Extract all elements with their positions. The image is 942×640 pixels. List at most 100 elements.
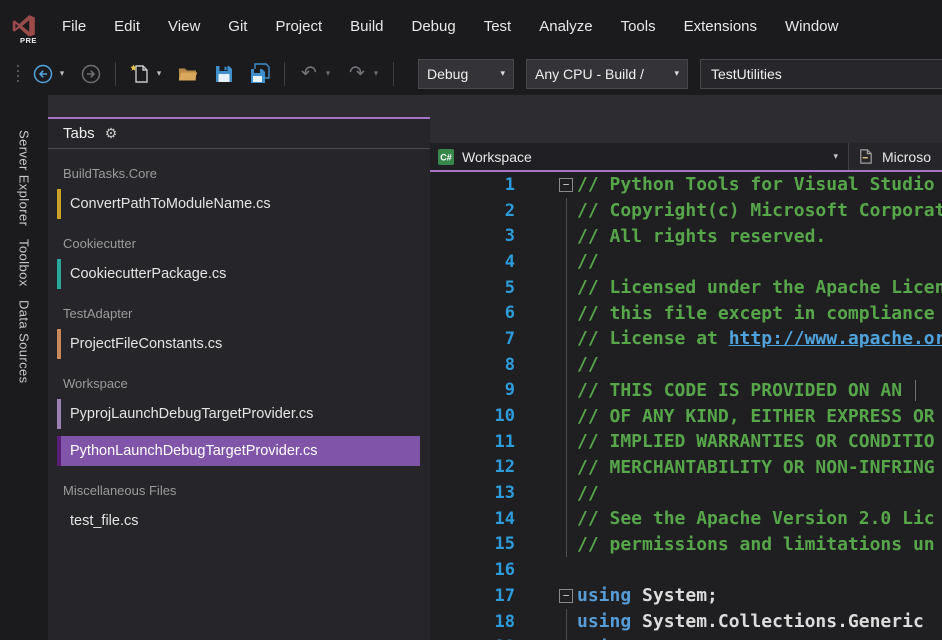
- code-token: //: [577, 354, 599, 375]
- save-all-button[interactable]: [248, 62, 272, 86]
- code-text: using System.Collections.Generic: [577, 611, 942, 632]
- menu-item-git[interactable]: Git: [214, 0, 261, 52]
- code-text: // All rights reserved.: [577, 226, 942, 247]
- code-line[interactable]: 11// IMPLIED WARRANTIES OR CONDITIO: [430, 429, 942, 455]
- code-line[interactable]: 16: [430, 557, 942, 583]
- tabs-panel-body: BuildTasks.Core ConvertPathToModuleName.c…: [48, 165, 430, 536]
- menu-item-project[interactable]: Project: [261, 0, 336, 52]
- menu-item-analyze[interactable]: Analyze: [525, 0, 606, 52]
- solution-platform-combobox[interactable]: Any CPU - Build / ▾: [526, 59, 688, 89]
- code-area[interactable]: 1−// Python Tools for Visual Studio2// C…: [430, 172, 942, 640]
- back-dropdown-caret[interactable]: ▾: [57, 68, 67, 79]
- tab-dropdown-caret[interactable]: ▾: [833, 151, 840, 162]
- fold-margin: [515, 378, 577, 404]
- fold-margin: [515, 300, 577, 326]
- menu-item-edit[interactable]: Edit: [100, 0, 154, 52]
- file-item[interactable]: CookiecutterPackage.cs: [57, 259, 420, 289]
- redo-dropdown-caret[interactable]: ▾: [371, 68, 381, 79]
- side-tab-toolbox[interactable]: Toolbox: [17, 239, 32, 287]
- save-button[interactable]: [212, 62, 236, 86]
- code-line[interactable]: 18using System.Collections.Generic: [430, 609, 942, 635]
- tab-workspace[interactable]: C# Workspace ▾: [430, 143, 848, 170]
- undo-icon: ↶: [301, 64, 317, 83]
- side-tab-server-explorer[interactable]: Server Explorer: [17, 130, 32, 226]
- fold-margin: [515, 506, 577, 532]
- code-token: using: [577, 611, 631, 632]
- line-number: 10: [430, 406, 515, 426]
- file-group-label: BuildTasks.Core: [63, 165, 430, 182]
- toolbar-drag-handle[interactable]: [17, 65, 19, 82]
- undo-button[interactable]: ↶: [297, 62, 321, 86]
- line-number: 4: [430, 252, 515, 272]
- code-line[interactable]: 12// MERCHANTABILITY OR NON-INFRING: [430, 455, 942, 481]
- menu-item-tools[interactable]: Tools: [607, 0, 670, 52]
- code-line[interactable]: 6 // this file except in compliance: [430, 300, 942, 326]
- back-arrow-icon: [32, 63, 54, 85]
- indent-guide-line: [566, 223, 567, 249]
- startup-item-field[interactable]: TestUtilities: [700, 59, 942, 89]
- new-file-button[interactable]: [128, 62, 152, 86]
- code-line[interactable]: 8//: [430, 352, 942, 378]
- menu-item-window[interactable]: Window: [771, 0, 852, 52]
- undo-dropdown-caret[interactable]: ▾: [323, 68, 333, 79]
- fold-margin: −: [515, 583, 577, 609]
- solution-configuration-combobox[interactable]: Debug ▾: [418, 59, 514, 89]
- indent-guide-line: [566, 352, 567, 378]
- code-line[interactable]: 17−using System;: [430, 583, 942, 609]
- line-number: 16: [430, 560, 515, 580]
- menu-item-debug[interactable]: Debug: [398, 0, 470, 52]
- code-text: // License at http://www.apache.or: [577, 328, 942, 349]
- navigate-back-button[interactable]: [31, 62, 55, 86]
- code-text: // THIS CODE IS PROVIDED ON AN: [577, 380, 942, 401]
- file-color-bar: [57, 259, 61, 289]
- file-item[interactable]: PythonLaunchDebugTargetProvider.cs: [57, 436, 420, 466]
- side-tab-data-sources[interactable]: Data Sources: [17, 300, 32, 384]
- line-number: 6: [430, 303, 515, 323]
- tabs-panel-header: Tabs ⚙: [48, 119, 430, 149]
- code-line[interactable]: 1−// Python Tools for Visual Studio: [430, 172, 942, 198]
- menu-item-file[interactable]: File: [48, 0, 100, 52]
- new-file-dropdown-caret[interactable]: ▾: [154, 68, 164, 79]
- code-line[interactable]: 5// Licensed under the Apache Licen: [430, 275, 942, 301]
- code-token: // MERCHANTABILITY OR NON-INFRING: [577, 457, 935, 478]
- line-number: 15: [430, 534, 515, 554]
- fold-margin: [515, 557, 577, 583]
- preview-badge: PRE: [19, 36, 38, 45]
- code-line[interactable]: 4//: [430, 249, 942, 275]
- menu-item-extensions[interactable]: Extensions: [670, 0, 771, 52]
- menu-item-test[interactable]: Test: [470, 0, 526, 52]
- code-line[interactable]: 10 // OF ANY KIND, EITHER EXPRESS OR: [430, 403, 942, 429]
- tab-microsoft[interactable]: Microso: [849, 143, 942, 170]
- code-token: // Python Tools for Visual Studio: [577, 174, 935, 195]
- code-line[interactable]: 7// License at http://www.apache.or: [430, 326, 942, 352]
- navigate-forward-button[interactable]: [79, 62, 103, 86]
- code-line[interactable]: 19using System.IO: [430, 634, 942, 640]
- file-item[interactable]: ConvertPathToModuleName.cs: [57, 189, 420, 219]
- code-line[interactable]: 3// All rights reserved.: [430, 223, 942, 249]
- file-color-bar: [57, 399, 61, 429]
- menu-item-build[interactable]: Build: [336, 0, 397, 52]
- file-color-bar: [57, 189, 61, 219]
- file-name: ProjectFileConstants.cs: [70, 336, 222, 352]
- code-line[interactable]: 13//: [430, 480, 942, 506]
- indent-guide-line: [566, 275, 567, 301]
- code-token: // All rights reserved.: [577, 226, 826, 247]
- code-line[interactable]: 15 // permissions and limitations un: [430, 532, 942, 558]
- code-text: // OF ANY KIND, EITHER EXPRESS OR: [577, 406, 942, 427]
- fold-collapse-toggle[interactable]: −: [559, 589, 573, 603]
- code-line[interactable]: 2// Copyright(c) Microsoft Corporat: [430, 198, 942, 224]
- fold-margin: [515, 609, 577, 635]
- code-token: // permissions and limitations un: [577, 534, 935, 555]
- file-item[interactable]: PyprojLaunchDebugTargetProvider.cs: [57, 399, 420, 429]
- fold-collapse-toggle[interactable]: −: [559, 178, 573, 192]
- redo-button[interactable]: ↷: [345, 62, 369, 86]
- code-token: System;: [631, 585, 718, 606]
- file-item[interactable]: test_file.cs: [57, 506, 420, 536]
- code-line[interactable]: 14// See the Apache Version 2.0 Lic: [430, 506, 942, 532]
- menu-item-view[interactable]: View: [154, 0, 214, 52]
- gear-icon[interactable]: ⚙: [105, 125, 118, 142]
- file-item[interactable]: ProjectFileConstants.cs: [57, 329, 420, 359]
- code-line[interactable]: 9// THIS CODE IS PROVIDED ON AN: [430, 378, 942, 404]
- open-file-button[interactable]: [176, 62, 200, 86]
- code-text: // this file except in compliance: [577, 303, 942, 324]
